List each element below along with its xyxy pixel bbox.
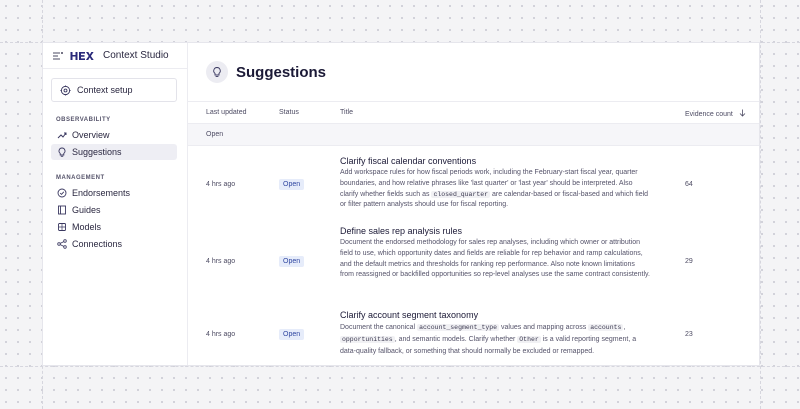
context-setup-button[interactable]: Context setup [51,78,177,102]
row-title[interactable]: Define sales rep analysis rules [340,226,462,236]
evidence-count: 64 [685,181,693,188]
guide-line [760,0,761,409]
collapse-menu-icon[interactable] [52,51,64,61]
group-label: Open [206,131,224,138]
table-header: Last updated Status Title Evidence count [188,102,759,124]
sidebar-item-endorsements[interactable]: Endorsements [51,185,177,201]
context-setup-label: Context setup [77,85,133,95]
lightbulb-icon [58,147,66,157]
status-badge: Open [279,256,305,267]
row-updated: 4 hrs ago [206,258,236,265]
code-snippet: Other [517,335,541,343]
page-title: Suggestions [236,63,327,81]
app-window: Context Studio Context setup OBSERVABILI… [42,42,760,366]
column-header-evidence-count[interactable]: Evidence count [685,109,746,118]
observability-section-label: OBSERVABILITY [56,117,111,123]
guide-line [0,366,800,367]
column-header-title[interactable]: Title [340,109,353,116]
sidebar-item-suggestions[interactable]: Suggestions [51,144,177,160]
desc-text: , [623,324,626,331]
sidebar-item-overview[interactable]: Overview [51,127,177,143]
cube-icon [58,223,66,231]
sidebar-item-guides[interactable]: Guides [51,202,177,218]
sort-down-arrow-icon [739,109,746,117]
sidebar-item-label: Endorsements [72,188,131,198]
row-updated: 4 hrs ago [206,331,236,338]
row-description: Document the canonical account_segment_t… [340,322,650,357]
check-circle-icon [57,188,67,198]
table-row[interactable]: Clarify fiscal calendar conventions Add … [188,146,759,218]
sidebar-item-label: Guides [72,205,101,215]
row-updated: 4 hrs ago [206,181,236,188]
page-header: Suggestions [188,43,759,102]
code-snippet: opportunities [340,335,395,343]
table-row[interactable]: Define sales rep analysis rules Document… [188,220,759,300]
desc-text: values and mapping across [501,324,587,331]
column-header-status[interactable]: Status [279,109,299,116]
brand-bar: Context Studio [43,43,187,69]
context-setup-icon [60,84,71,96]
sidebar-item-label: Overview [72,130,110,140]
group-header-open[interactable]: Open [188,124,759,146]
row-title[interactable]: Clarify fiscal calendar conventions [340,156,476,166]
hex-logo [70,51,96,61]
row-description: Add workspace rules for how fiscal perio… [340,168,650,211]
code-snippet: accounts [588,324,624,331]
book-icon [58,205,66,215]
lightbulb-icon [206,61,228,83]
share-icon [57,239,67,249]
row-description: Document the endorsed methodology for sa… [340,239,650,279]
sidebar-item-label: Suggestions [72,147,122,157]
sidebar-item-label: Models [72,222,102,232]
status-badge: Open [279,179,305,190]
status-badge: Open [279,329,305,340]
table-row[interactable]: Clarify account segment taxonomy Documen… [188,305,759,365]
sidebar: Context Studio Context setup OBSERVABILI… [43,43,188,365]
sidebar-item-label: Connections [72,239,123,249]
row-title[interactable]: Clarify account segment taxonomy [340,310,478,320]
evidence-count: 29 [685,258,693,265]
evidence-count: 23 [685,331,693,338]
code-snippet: account_segment_type [417,324,500,331]
column-header-label: Evidence count [685,111,733,118]
desc-text: Document the canonical [340,324,416,331]
column-header-last-updated[interactable]: Last updated [206,109,246,116]
main-panel: Suggestions Last updated Status Title Ev… [188,43,759,365]
sidebar-item-models[interactable]: Models [51,219,177,235]
sidebar-item-connections[interactable]: Connections [51,236,177,252]
desc-text: , and semantic models. Clarify whether [394,335,516,343]
management-section-label: MANAGEMENT [56,175,105,181]
trend-icon [57,132,67,139]
code-snippet: closed_quarter [431,190,491,198]
app-title: Context Studio [103,50,169,61]
